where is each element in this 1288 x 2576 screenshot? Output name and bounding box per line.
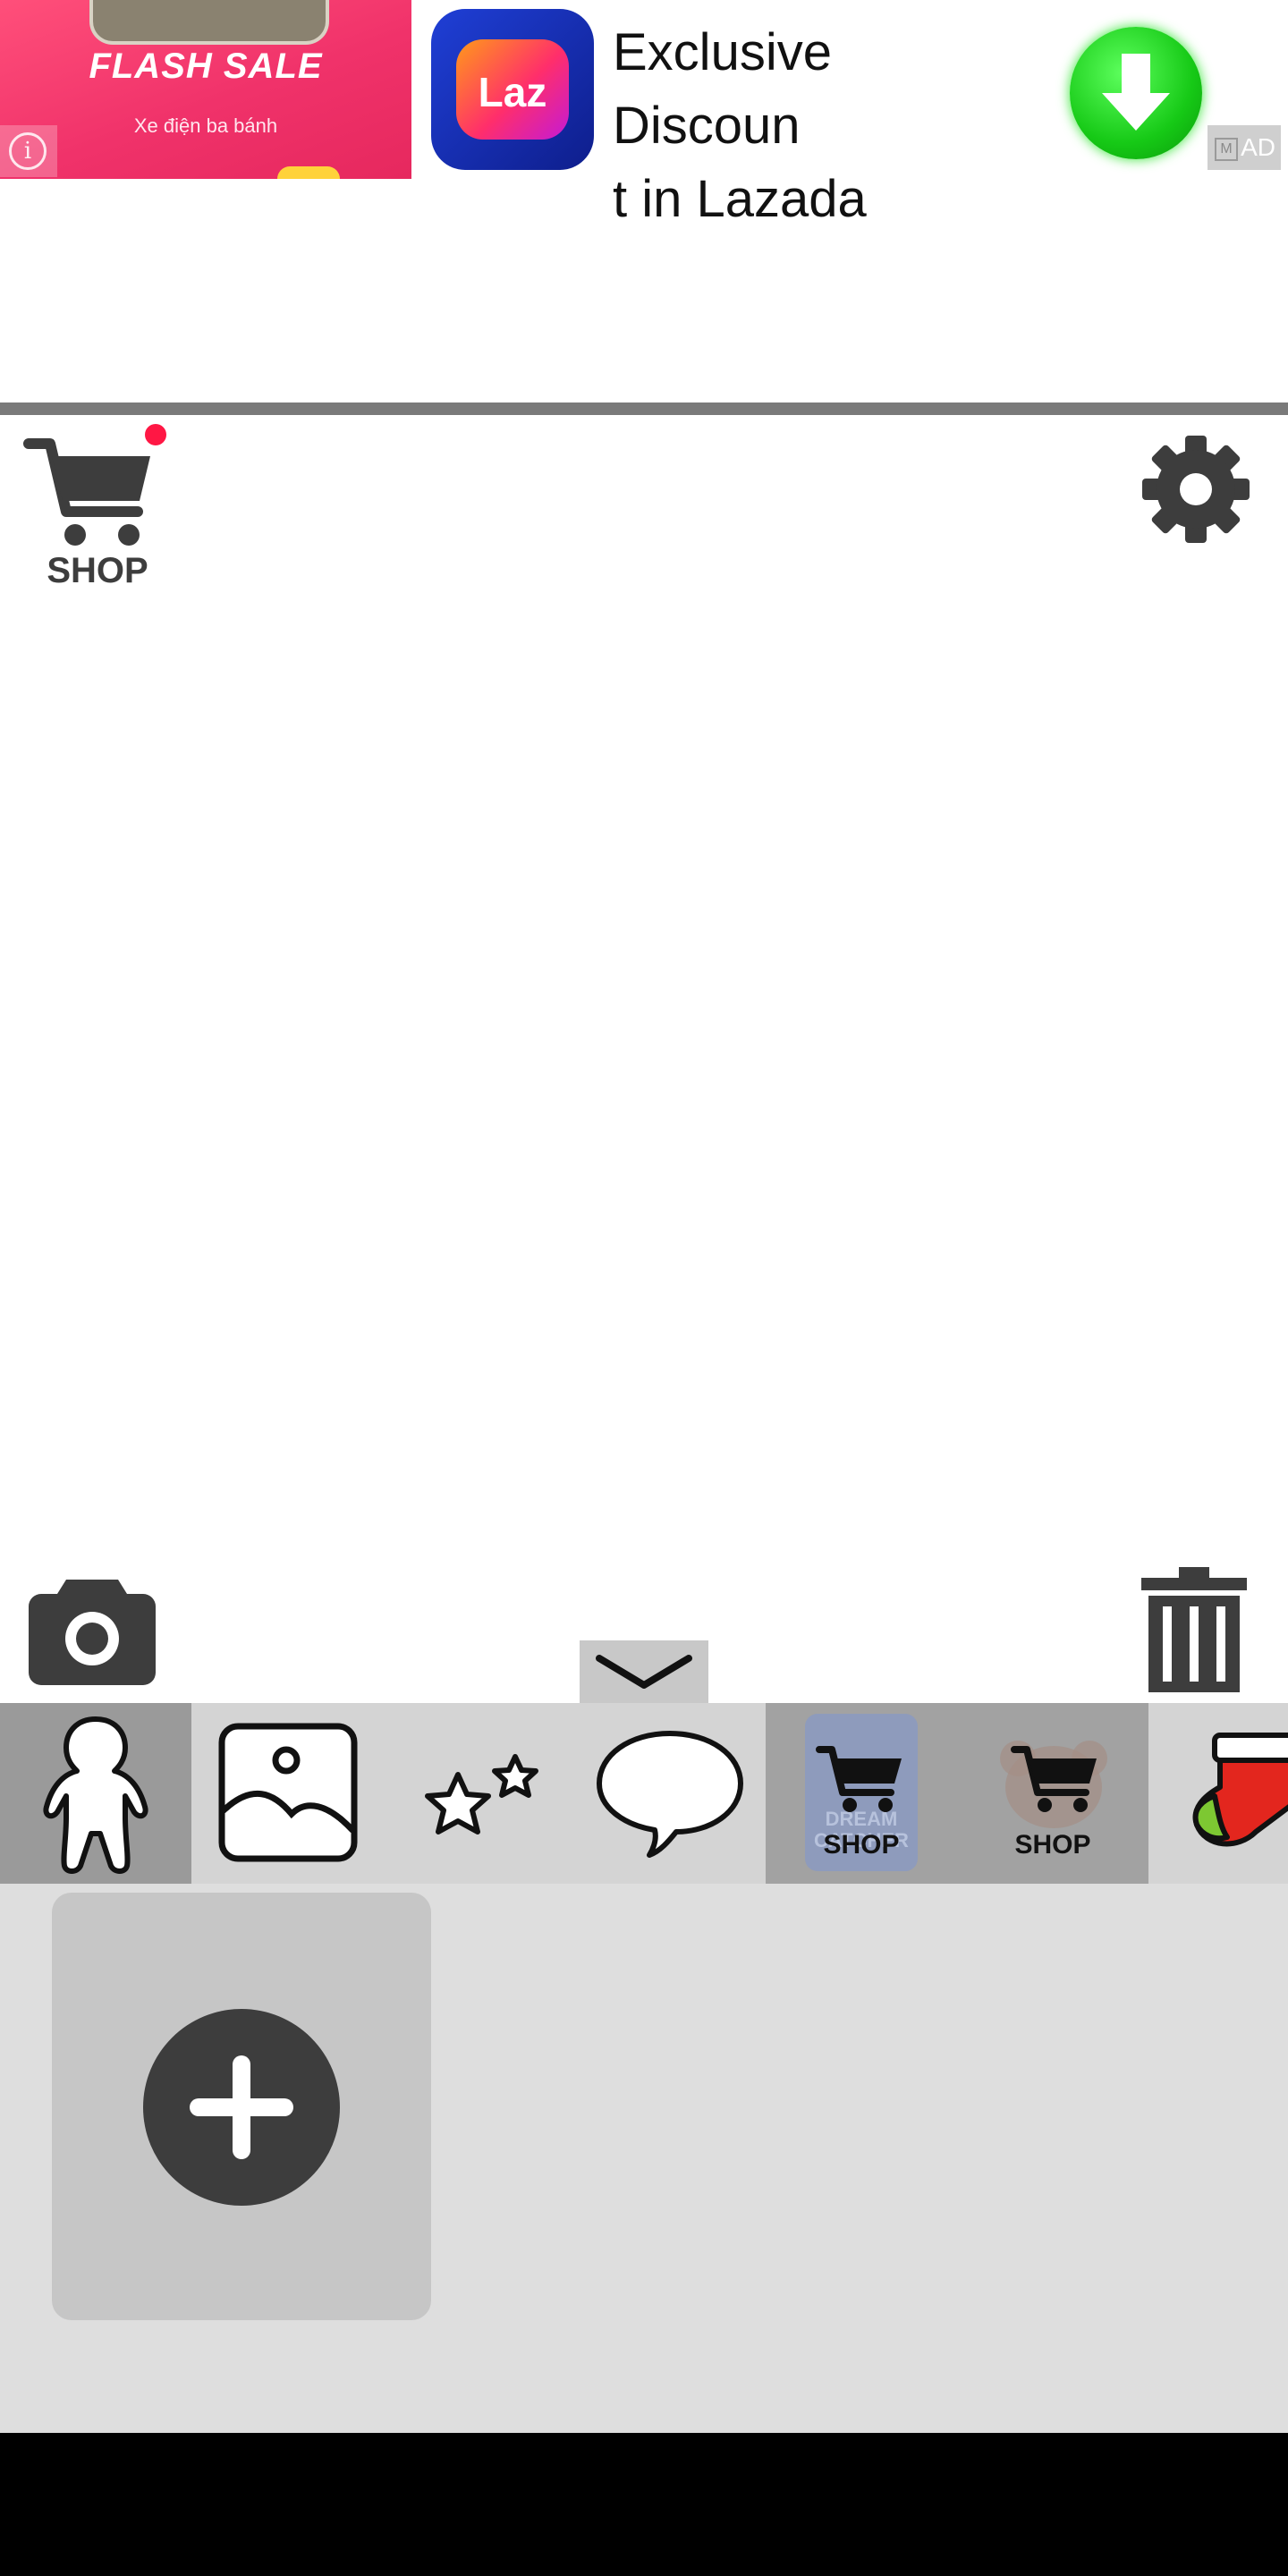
ad-image[interactable]: FLASH SALE Xe điện ba bánh i	[0, 0, 411, 179]
ad-title-line1: Exclusive Discoun	[613, 23, 832, 155]
notification-dot	[145, 424, 166, 445]
settings-button[interactable]	[1138, 431, 1254, 547]
tab-character[interactable]	[0, 1703, 191, 1884]
ad-badge-label: AD	[1241, 133, 1275, 161]
tab-shop-label: SHOP	[1014, 1830, 1091, 1860]
plus-icon	[190, 2055, 293, 2159]
ad-product-image	[89, 0, 329, 45]
item-panel	[0, 1884, 1288, 2433]
tab-christmas-stocking[interactable]	[1148, 1703, 1288, 1884]
ad-title-line2: t in Lazada	[613, 170, 867, 228]
tab-stickers[interactable]	[383, 1703, 574, 1884]
ad-banner[interactable]: FLASH SALE Xe điện ba bánh i Laz Exclusi…	[0, 0, 1288, 228]
tab-background[interactable]	[191, 1703, 383, 1884]
tab-shop-label: SHOP	[823, 1830, 900, 1860]
christmas-stocking-icon	[1192, 1733, 1288, 1847]
add-button[interactable]	[143, 2009, 340, 2206]
category-tabs: DREAM CATCHER SHOP SHOP	[0, 1703, 1288, 1884]
collapse-panel-button[interactable]	[580, 1640, 708, 1703]
ad-info-button[interactable]: i	[0, 125, 57, 177]
shopping-cart-icon	[1011, 1746, 1097, 1812]
download-button[interactable]	[1070, 27, 1202, 159]
person-icon	[43, 1716, 148, 1874]
ad-decoration	[277, 166, 340, 179]
lazada-logo-text: Laz	[478, 69, 547, 115]
shop-label: SHOP	[47, 551, 148, 590]
trash-button[interactable]	[1136, 1567, 1252, 1692]
divider-bar	[0, 402, 1288, 415]
trash-icon	[1141, 1567, 1247, 1692]
camera-button[interactable]	[27, 1574, 157, 1687]
shopping-cart-icon	[23, 438, 150, 546]
ad-choices-icon: M	[1215, 138, 1238, 161]
info-icon: i	[9, 132, 47, 170]
tab-shop-bear[interactable]: SHOP	[957, 1703, 1148, 1884]
gear-icon	[1142, 436, 1250, 543]
shop-button[interactable]: SHOP	[23, 420, 175, 599]
shopping-cart-icon	[816, 1746, 902, 1812]
ad-title[interactable]: Exclusive Discoun t in Lazada	[613, 16, 1033, 236]
chevron-down-icon	[596, 1655, 692, 1689]
lazada-logo-mark: Laz	[456, 39, 569, 140]
camera-icon	[29, 1580, 156, 1685]
image-icon	[218, 1723, 358, 1862]
stars-icon	[425, 1754, 538, 1835]
tab-shop-dream-catcher[interactable]: DREAM CATCHER SHOP	[766, 1703, 957, 1884]
tab-speech-bubble[interactable]	[574, 1703, 766, 1884]
ad-product-name: Xe điện ba bánh	[133, 114, 278, 137]
download-arrow-icon	[1102, 54, 1170, 131]
system-navigation-bar	[0, 2433, 1288, 2576]
speech-bubble-icon	[597, 1731, 743, 1858]
ad-badge[interactable]: M AD	[1208, 125, 1281, 170]
add-item-card[interactable]	[52, 1893, 431, 2320]
ad-flash-sale-text: FLASH SALE	[89, 47, 323, 86]
lazada-app-icon[interactable]: Laz	[431, 9, 594, 170]
